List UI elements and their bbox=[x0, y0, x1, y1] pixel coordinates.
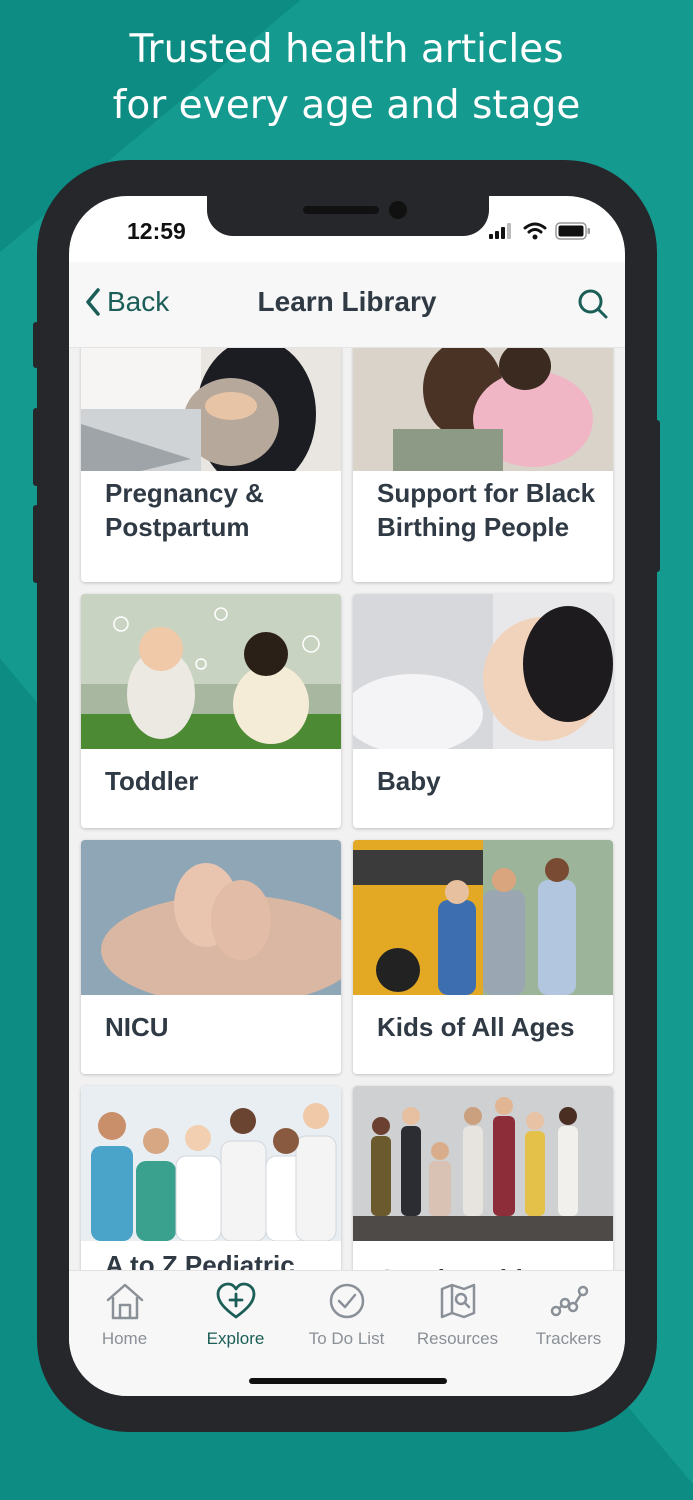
tab-explore[interactable]: Explore bbox=[180, 1279, 291, 1349]
wifi-icon bbox=[523, 222, 547, 240]
tab-label: To Do List bbox=[308, 1329, 385, 1348]
camera bbox=[389, 201, 407, 219]
medical-team-photo bbox=[81, 1086, 341, 1241]
card-support-black-birthing[interactable]: Support for Black Birthing People bbox=[353, 348, 613, 582]
card-toddler[interactable]: Toddler bbox=[81, 594, 341, 828]
tab-resources[interactable]: Resources bbox=[402, 1279, 513, 1349]
phone-frame: 12:59 Back Learn Library Pregnancy & Pos… bbox=[37, 160, 657, 1432]
notch bbox=[207, 196, 489, 236]
phone-screen: 12:59 Back Learn Library Pregnancy & Pos… bbox=[69, 196, 625, 1396]
tab-label: Trackers bbox=[535, 1329, 602, 1348]
status-time: 12:59 bbox=[127, 218, 186, 244]
tab-label: Explore bbox=[206, 1329, 265, 1348]
check-circle-icon bbox=[329, 1283, 364, 1319]
search-button[interactable] bbox=[577, 288, 609, 325]
card-nicu[interactable]: NICU bbox=[81, 840, 341, 1074]
card-label: Pregnancy & Postpartum bbox=[105, 478, 264, 542]
card-kids-of-all-ages[interactable]: Kids of All Ages bbox=[353, 840, 613, 1074]
toddlers-bubbles-photo bbox=[81, 594, 341, 749]
card-label: NICU bbox=[105, 1012, 169, 1042]
pregnant-woman-laptop-photo bbox=[81, 348, 341, 471]
diverse-group-photo bbox=[353, 1086, 613, 1241]
baby-feet-hands-photo bbox=[81, 840, 341, 995]
promo-headline: Trusted health articles for every age an… bbox=[0, 22, 693, 134]
card-label: Toddler bbox=[105, 766, 199, 796]
promo-headline-line2: for every age and stage bbox=[112, 83, 581, 128]
kids-school-bus-photo bbox=[353, 840, 613, 995]
card-label: Support for Black Birthing People bbox=[377, 478, 596, 542]
tab-home[interactable]: Home bbox=[69, 1279, 180, 1349]
library-grid: Pregnancy & Postpartum Support for Black… bbox=[69, 348, 625, 1270]
card-a-to-z-pediatric-health[interactable]: A to Z Pediatric Health bbox=[81, 1086, 341, 1270]
signal-icon bbox=[489, 223, 511, 239]
home-indicator bbox=[249, 1378, 447, 1384]
page-title: Learn Library bbox=[257, 286, 437, 317]
card-label: A to Z Pediatric Health bbox=[105, 1250, 295, 1270]
status-icons bbox=[489, 222, 591, 240]
card-label: Kids of All Ages bbox=[377, 1012, 575, 1042]
tab-to-do-list[interactable]: To Do List bbox=[291, 1279, 402, 1349]
card-label: Baby bbox=[377, 766, 441, 796]
tab-trackers[interactable]: Trackers bbox=[513, 1279, 624, 1349]
promo-headline-line1: Trusted health articles bbox=[129, 27, 564, 72]
nav-bar: Back Learn Library bbox=[69, 262, 625, 348]
map-search-icon bbox=[440, 1283, 475, 1319]
baby-lying-photo bbox=[353, 594, 613, 749]
card-pregnancy-postpartum[interactable]: Pregnancy & Postpartum bbox=[81, 348, 341, 582]
home-icon bbox=[106, 1283, 143, 1320]
card-baby[interactable]: Baby bbox=[353, 594, 613, 828]
mother-holding-baby-photo bbox=[353, 348, 613, 471]
speaker bbox=[303, 206, 379, 214]
card-label: Good Health bbox=[377, 1262, 601, 1270]
search-icon bbox=[578, 289, 608, 319]
tab-label: Resources bbox=[416, 1329, 499, 1348]
tab-label: Home bbox=[101, 1329, 148, 1348]
heart-plus-icon bbox=[216, 1282, 255, 1319]
card-good-health[interactable]: Good Health bbox=[353, 1086, 613, 1270]
trackers-icon bbox=[550, 1285, 588, 1317]
battery-icon bbox=[555, 222, 590, 240]
